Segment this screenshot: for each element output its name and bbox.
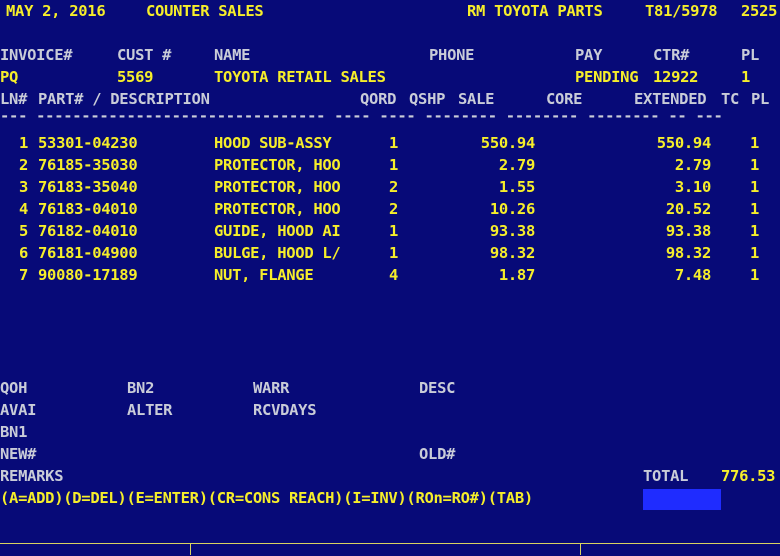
sale-price: 1.87 (498, 266, 535, 284)
line-number: 1 (18, 134, 28, 152)
name-field[interactable]: TOYOTA RETAIL SALES (214, 67, 386, 87)
qty-ordered: 4 (388, 266, 398, 284)
cust-label: CUST # (117, 46, 172, 64)
sale-price: 2.79 (498, 156, 535, 174)
qty-ordered: 2 (388, 178, 398, 196)
bn2-label: BN2 (127, 379, 155, 397)
command-input-cursor[interactable] (643, 489, 721, 510)
ctr-label: CTR# (653, 46, 690, 64)
extended-price: 3.10 (674, 178, 711, 196)
part-number: 76182-04010 (38, 222, 138, 240)
extended-price: 7.48 (674, 266, 711, 284)
qty-ordered: 2 (388, 200, 398, 218)
part-description: BULGE, HOOD L/ (214, 244, 341, 262)
phone-label: PHONE (429, 46, 475, 64)
desc-label: DESC (419, 379, 456, 397)
status-divider (580, 543, 581, 555)
part-number: 76183-04010 (38, 200, 138, 218)
screen-title: COUNTER SALES (146, 2, 264, 20)
price-level: 1 (749, 156, 759, 174)
part-number: 76181-04900 (38, 244, 138, 262)
qoh-label: QOH (0, 379, 28, 397)
status-bar (0, 543, 780, 556)
extended-price: 550.94 (656, 134, 712, 152)
qty-ordered: 1 (388, 222, 398, 240)
app-title: RM TOYOTA PARTS (467, 2, 603, 20)
line-number: 4 (18, 200, 28, 218)
part-description: PROTECTOR, HOO (214, 200, 341, 218)
extended-price: 2.79 (674, 156, 711, 174)
ctr-field[interactable]: 12922 (653, 67, 698, 87)
part-number: 53301-04230 (38, 134, 138, 152)
part-description: PROTECTOR, HOO (214, 178, 341, 196)
bn1-label: BN1 (0, 423, 28, 441)
header-number: 2525 (741, 2, 778, 20)
price-level: 1 (749, 178, 759, 196)
header-rule: --- -------------------------------- ---… (0, 107, 723, 125)
part-description: GUIDE, HOOD AI (214, 222, 341, 240)
line-number: 2 (18, 156, 28, 174)
line-number: 3 (18, 178, 28, 196)
part-description: PROTECTOR, HOO (214, 156, 341, 174)
warr-label: WARR (253, 379, 290, 397)
line-number: 7 (18, 266, 28, 284)
avai-label: AVAI (0, 401, 37, 419)
old-label: OLD# (419, 445, 456, 463)
part-description: HOOD SUB-ASSY (214, 134, 332, 152)
pl-label: PL (741, 46, 760, 64)
qty-ordered: 1 (388, 134, 398, 152)
rcvdays-label: RCVDAYS (253, 401, 317, 419)
name-label: NAME (214, 46, 251, 64)
pl-field[interactable]: 1 (741, 67, 750, 87)
sale-price: 10.26 (489, 200, 535, 218)
total-value: 776.53 (721, 467, 776, 485)
cust-field[interactable]: 5569 (117, 67, 153, 87)
line-number: 6 (18, 244, 28, 262)
alter-label: ALTER (127, 401, 173, 419)
price-level: 1 (749, 222, 759, 240)
pay-label: PAY (575, 46, 603, 64)
invoice-label: INVOICE# (0, 46, 73, 64)
sale-price: 550.94 (480, 134, 536, 152)
sale-price: 93.38 (489, 222, 535, 240)
part-number: 90080-17189 (38, 266, 138, 284)
price-level: 1 (749, 200, 759, 218)
remarks-label: REMARKS (0, 467, 64, 485)
sale-price: 98.32 (489, 244, 535, 262)
qty-ordered: 1 (388, 156, 398, 174)
pay-status: PENDING (575, 68, 639, 86)
line-number: 5 (18, 222, 28, 240)
extended-price: 93.38 (665, 222, 711, 240)
qty-ordered: 1 (388, 244, 398, 262)
new-label: NEW# (0, 445, 37, 463)
part-description: NUT, FLANGE (214, 266, 314, 284)
part-number: 76185-35030 (38, 156, 138, 174)
part-number: 76183-35040 (38, 178, 138, 196)
date: MAY 2, 2016 (6, 2, 106, 20)
price-level: 1 (749, 266, 759, 284)
terminal-id: T81/5978 (645, 2, 718, 20)
sale-price: 1.55 (498, 178, 535, 196)
price-level: 1 (749, 134, 759, 152)
extended-price: 98.32 (665, 244, 711, 262)
extended-price: 20.52 (665, 200, 711, 218)
invoice-field[interactable]: PQ (0, 67, 18, 87)
price-level: 1 (749, 244, 759, 262)
status-divider (190, 543, 191, 555)
total-label: TOTAL (643, 467, 689, 485)
command-line: (A=ADD)(D=DEL)(E=ENTER)(CR=CONS REACH)(I… (0, 489, 533, 507)
